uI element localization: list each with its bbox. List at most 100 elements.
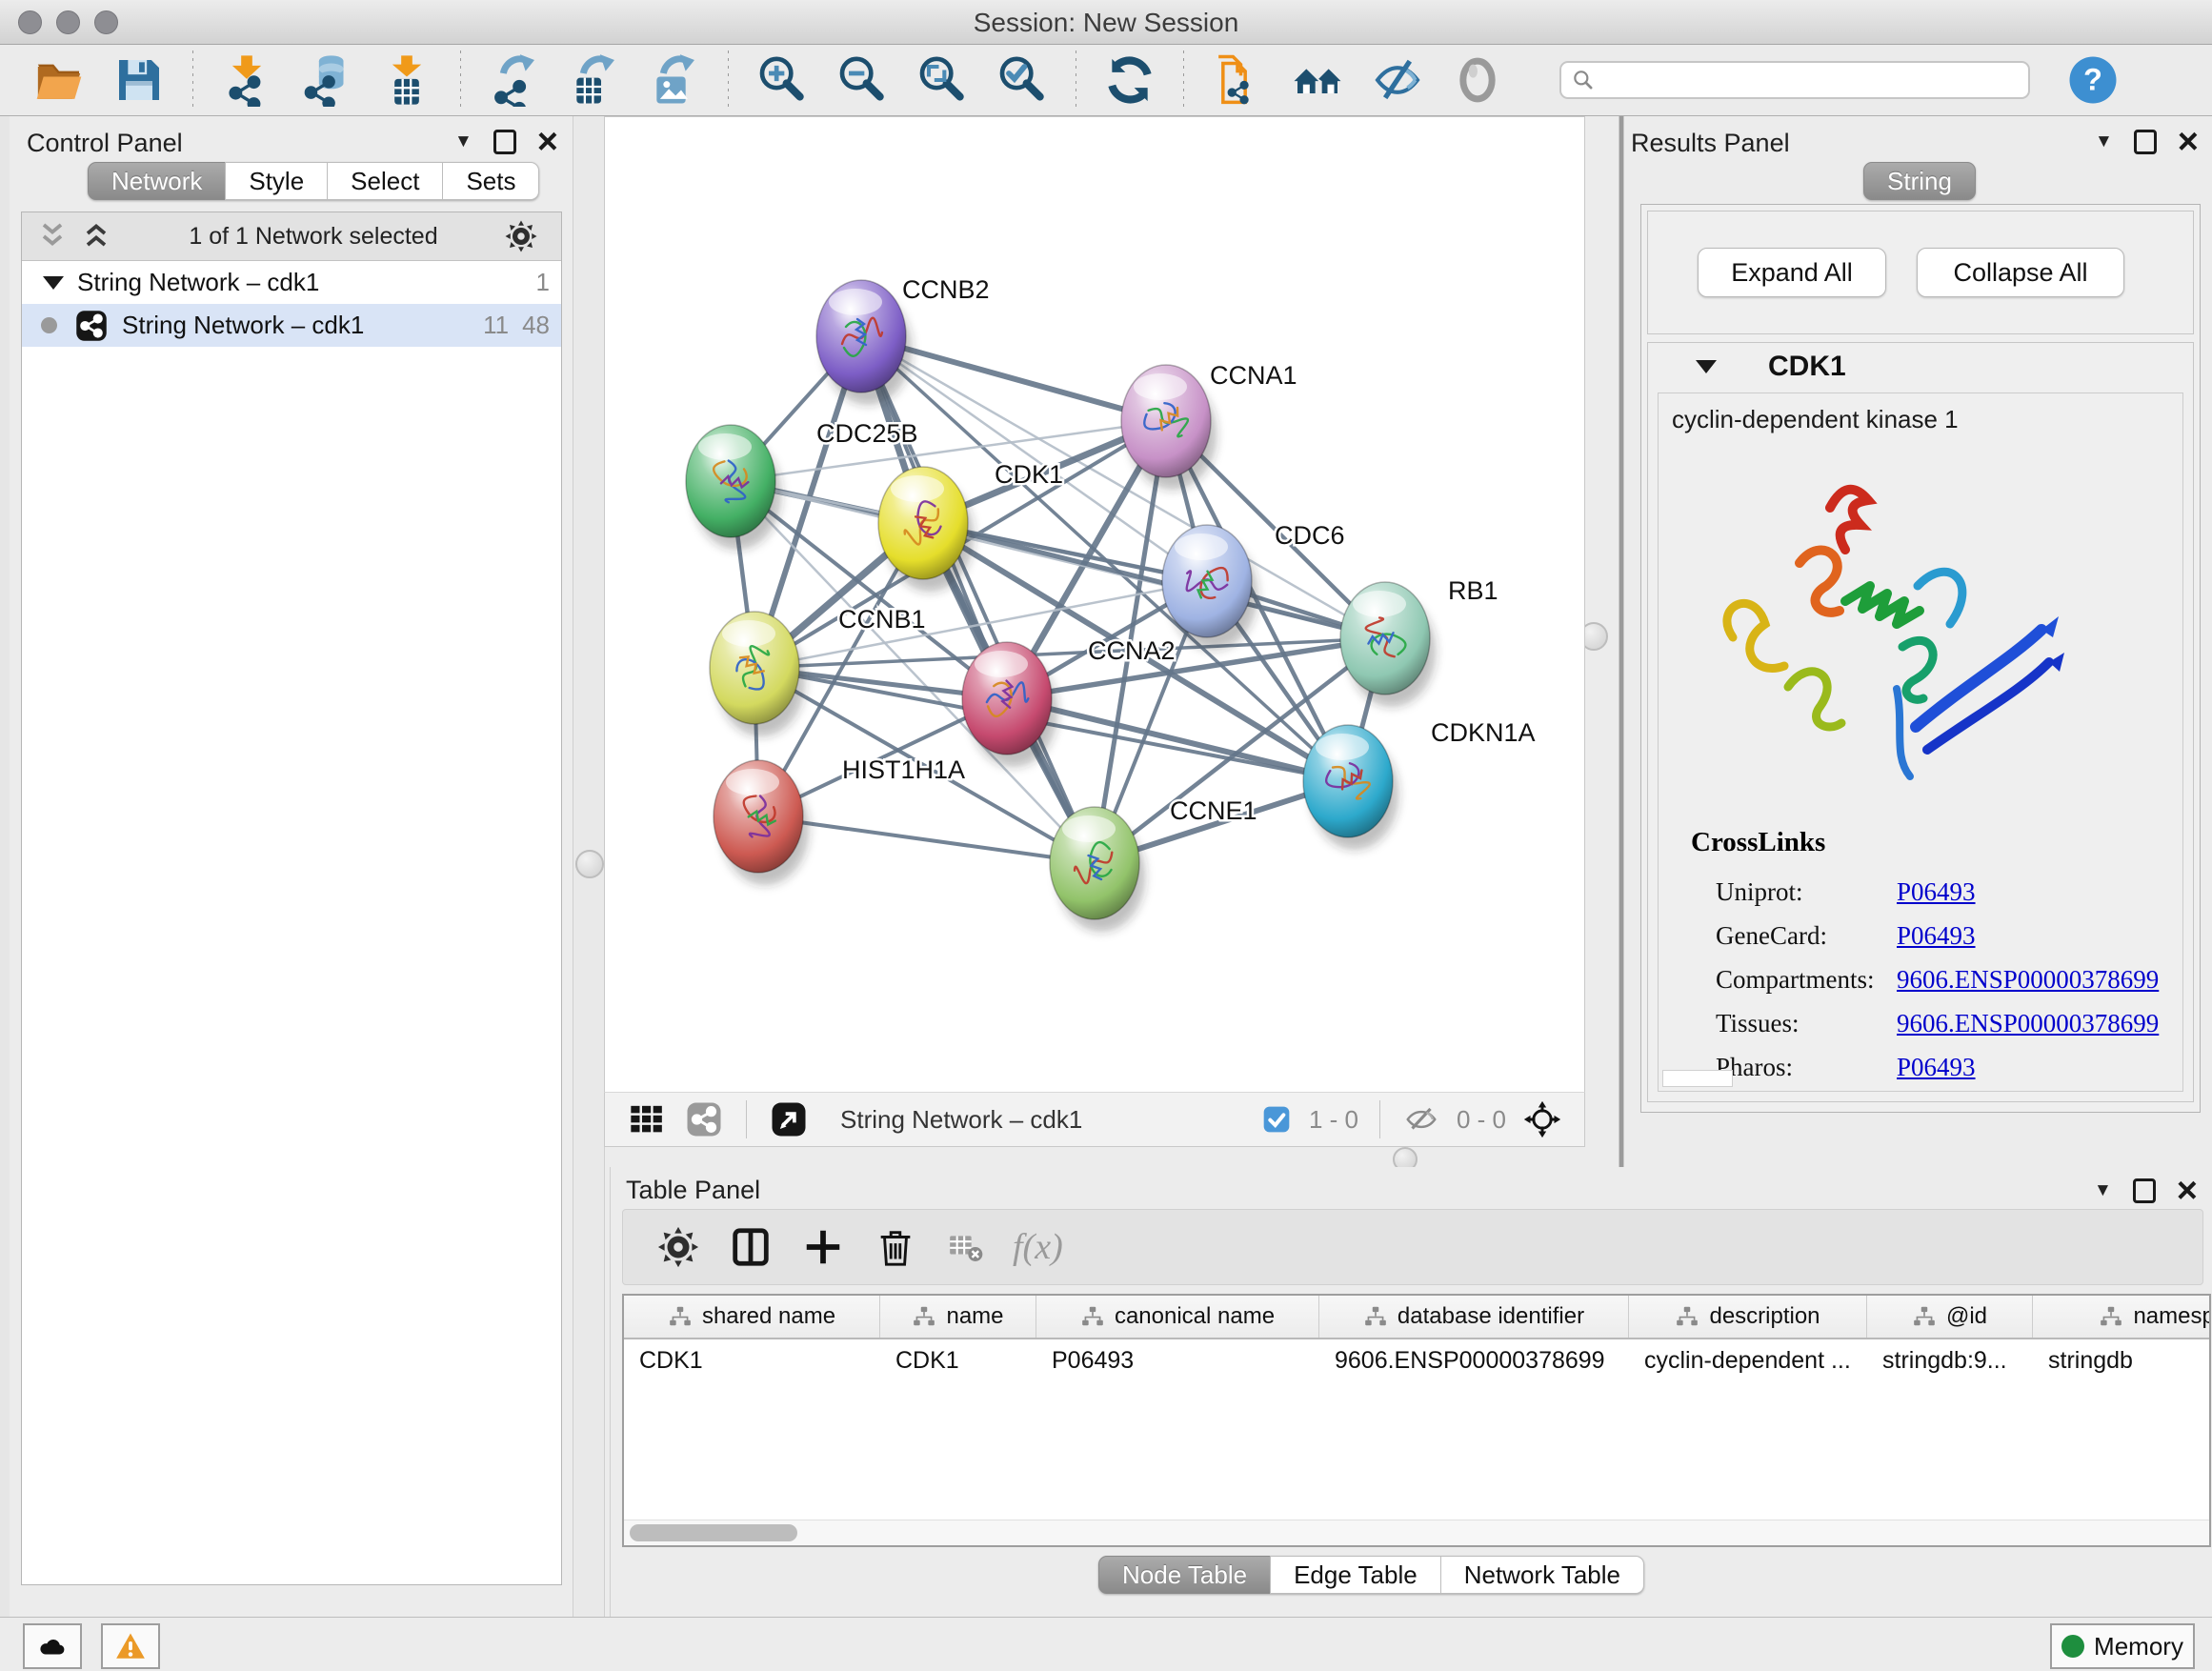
node-CDK1[interactable] (878, 467, 974, 592)
add-column-icon[interactable] (801, 1225, 845, 1269)
table-cell[interactable]: P06493 (1036, 1339, 1319, 1381)
network-row[interactable]: String Network – cdk1 11 48 (22, 304, 561, 347)
memory-status-dot (2061, 1635, 2084, 1658)
table-cell[interactable]: stringdb (2033, 1339, 2211, 1381)
delete-column-icon[interactable] (874, 1225, 917, 1269)
table-panel-window-buttons (2094, 1178, 2198, 1203)
table-cell[interactable]: cyclin-dependent ... (1629, 1339, 1867, 1381)
help-button[interactable]: ? (2066, 53, 2120, 107)
hidden-eye-icon[interactable] (1403, 1101, 1439, 1137)
node-CCNA2[interactable] (962, 642, 1057, 767)
table-cell[interactable]: 9606.ENSP00000378699 (1319, 1339, 1629, 1381)
export-table-button[interactable] (568, 53, 621, 107)
tab-network[interactable]: Network (88, 162, 226, 200)
column-header-@id[interactable]: @id (1867, 1296, 2033, 1338)
node-CCNE1[interactable] (1050, 807, 1145, 932)
gear-icon[interactable] (504, 219, 538, 253)
zoom-selected-button[interactable] (995, 53, 1049, 107)
expand-all-button[interactable]: Expand All (1698, 248, 1886, 297)
open-session-button[interactable] (32, 53, 86, 107)
edge-CCNB2-CCNE1[interactable] (861, 336, 1095, 863)
node-CCNB2[interactable] (816, 280, 912, 405)
table-horizontal-scrollbar[interactable] (624, 1520, 2209, 1545)
crosslink-link[interactable]: 9606.ENSP00000378699 (1897, 1009, 2159, 1038)
hide-unhide-button[interactable] (1371, 53, 1424, 107)
warnings-button[interactable] (101, 1623, 160, 1669)
column-header-name[interactable]: name (880, 1296, 1036, 1338)
panel-menu-icon[interactable] (454, 131, 473, 152)
node-table[interactable]: shared namenamecanonical namedatabase id… (622, 1294, 2211, 1547)
show-columns-icon[interactable] (729, 1225, 773, 1269)
network-graph[interactable]: CCNB2CCNA1CDC25BCDK1CDC6RB1CCNB1CCNA2CDK… (605, 125, 1584, 1093)
collapse-all-button[interactable]: Collapse All (1917, 248, 2124, 297)
zoom-out-button[interactable] (835, 53, 889, 107)
section-expander-icon[interactable] (1696, 360, 1717, 373)
collapse-all-icon[interactable] (35, 219, 70, 253)
node-CDC6[interactable] (1162, 525, 1257, 650)
column-header-canonical-name[interactable]: canonical name (1036, 1296, 1319, 1338)
crosslink-link[interactable]: P06493 (1897, 921, 1976, 951)
gray-eye-button[interactable] (1451, 53, 1504, 107)
column-header-shared-name[interactable]: shared name (624, 1296, 880, 1338)
tab-select[interactable]: Select (327, 162, 443, 200)
memory-button[interactable]: Memory (2050, 1623, 2195, 1669)
scrollbar-thumb[interactable] (630, 1524, 797, 1541)
node-RB1[interactable] (1340, 582, 1436, 707)
tab-edge-table[interactable]: Edge Table (1270, 1556, 1441, 1594)
panel-float-icon[interactable] (2133, 1178, 2156, 1203)
node-CDKN1A[interactable] (1303, 725, 1398, 850)
node-CCNB1[interactable] (710, 612, 805, 736)
toolbar-separator (728, 50, 729, 110)
crosslink-link[interactable]: P06493 (1897, 1053, 1976, 1082)
automation-cloud-button[interactable] (23, 1623, 82, 1669)
search-field[interactable] (1559, 61, 2030, 99)
node-result-header[interactable]: CDK1 (1648, 343, 2193, 391)
edge-HIST1H1A-CCNE1[interactable] (758, 816, 1095, 863)
tree-expander-icon[interactable] (43, 276, 64, 290)
left-splitter-handle[interactable] (575, 850, 604, 878)
crosslink-link[interactable]: P06493 (1897, 877, 1976, 907)
table-cell[interactable]: stringdb:9... (1867, 1339, 2033, 1381)
tab-node-table[interactable]: Node Table (1098, 1556, 1271, 1594)
refresh-button[interactable] (1103, 53, 1156, 107)
column-header-namespace[interactable]: namespace (2033, 1296, 2211, 1338)
crosslink-link[interactable]: 9606.ENSP00000378699 (1897, 965, 2159, 995)
zoom-fit-button[interactable] (915, 53, 969, 107)
tab-sets[interactable]: Sets (442, 162, 539, 200)
panel-float-icon[interactable] (2134, 130, 2157, 154)
table-cell[interactable]: CDK1 (624, 1339, 880, 1381)
export-image-button[interactable] (648, 53, 701, 107)
panel-close-icon[interactable] (537, 132, 558, 151)
birds-eye-icon[interactable] (1523, 1100, 1561, 1138)
tab-network-table[interactable]: Network Table (1440, 1556, 1644, 1594)
column-header-description[interactable]: description (1629, 1296, 1867, 1338)
import-network-file-button[interactable] (220, 53, 273, 107)
share-view-icon[interactable] (685, 1100, 723, 1138)
string-home-button[interactable] (1291, 53, 1344, 107)
open-in-window-icon[interactable] (770, 1100, 808, 1138)
table-gear-icon[interactable] (656, 1225, 700, 1269)
panel-close-icon[interactable] (2177, 1181, 2198, 1200)
table-cell[interactable]: CDK1 (880, 1339, 1036, 1381)
string-document-button[interactable] (1211, 53, 1264, 107)
node-HIST1H1A[interactable] (714, 760, 809, 885)
expand-all-icon[interactable] (79, 219, 113, 253)
network-view-canvas[interactable]: CCNB2CCNA1CDC25BCDK1CDC6RB1CCNB1CCNA2CDK… (604, 116, 1585, 1094)
zoom-in-button[interactable] (755, 53, 809, 107)
panel-close-icon[interactable] (2178, 132, 2199, 151)
tab-style[interactable]: Style (225, 162, 328, 200)
save-session-button[interactable] (112, 53, 166, 107)
search-input[interactable] (1596, 63, 2019, 97)
table-row[interactable]: CDK1CDK1P064939606.ENSP00000378699cyclin… (624, 1339, 2209, 1381)
panel-menu-icon[interactable] (2095, 131, 2113, 152)
tab-string[interactable]: String (1863, 162, 1976, 200)
export-network-button[interactable] (488, 53, 541, 107)
import-table-button[interactable] (380, 53, 433, 107)
panel-menu-icon[interactable] (2094, 1180, 2112, 1201)
grid-view-icon[interactable] (628, 1100, 666, 1138)
column-header-database-identifier[interactable]: database identifier (1319, 1296, 1629, 1338)
selected-checkbox-icon[interactable] (1261, 1104, 1292, 1135)
panel-float-icon[interactable] (493, 130, 516, 154)
import-network-database-button[interactable] (300, 53, 353, 107)
network-collection-row[interactable]: String Network – cdk1 1 (22, 261, 561, 304)
